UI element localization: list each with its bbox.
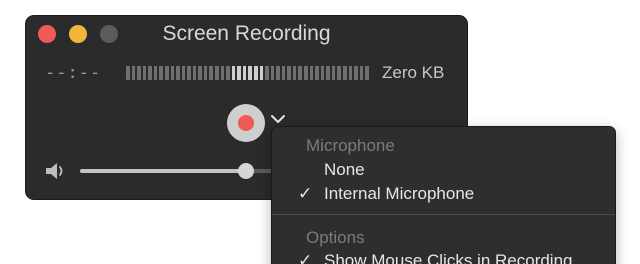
checkmark-icon: ✓ (298, 184, 313, 203)
audio-level-meter (126, 66, 369, 80)
meter-segment (365, 66, 369, 80)
menu-item-label: None (324, 160, 365, 179)
meter-segment (354, 66, 358, 80)
meter-segment (309, 66, 314, 80)
meter-segment (209, 66, 213, 80)
meter-segment (242, 66, 247, 80)
meter-segment (276, 66, 280, 80)
menu-item-label: Internal Microphone (324, 184, 475, 203)
menu-section-options: Options (306, 228, 365, 247)
meter-segment (315, 66, 319, 80)
record-icon (238, 115, 254, 131)
meter-segment (331, 66, 336, 80)
meter-segment (281, 66, 286, 80)
meter-segment (220, 66, 225, 80)
volume-slider-fill (80, 169, 246, 173)
menu-item-microphone-none[interactable]: None (272, 158, 615, 182)
meter-segment (265, 66, 269, 80)
menu-item-label: Show Mouse Clicks in Recording (324, 251, 573, 264)
meter-segment (359, 66, 364, 80)
menu-section-microphone: Microphone (306, 136, 395, 155)
meter-segment (298, 66, 302, 80)
meter-segment (170, 66, 175, 80)
meter-segment (259, 66, 264, 80)
volume-slider-knob[interactable] (238, 163, 254, 179)
menu-item-show-mouse-clicks[interactable]: ✓ Show Mouse Clicks in Recording (272, 249, 615, 264)
recording-options-menu: Microphone None ✓ Internal Microphone Op… (272, 127, 615, 264)
checkmark-icon: ✓ (298, 251, 313, 264)
meter-segment (292, 66, 297, 80)
meter-segment (164, 66, 169, 80)
meter-segment (198, 66, 202, 80)
meter-segment (203, 66, 208, 80)
meter-segment (187, 66, 191, 80)
meter-segment (176, 66, 180, 80)
menu-item-internal-microphone[interactable]: ✓ Internal Microphone (272, 182, 615, 206)
meter-segment (226, 66, 230, 80)
speaker-icon (46, 163, 63, 179)
meter-segment (148, 66, 152, 80)
meter-segment (237, 66, 241, 80)
meter-segment (215, 66, 219, 80)
record-button[interactable] (227, 104, 265, 142)
meter-segment (304, 66, 308, 80)
meter-segment (231, 66, 236, 80)
meter-segment (270, 66, 275, 80)
meter-segment (248, 66, 252, 80)
meter-segment (137, 66, 141, 80)
meter-segment (253, 66, 258, 80)
chevron-down-icon[interactable] (270, 113, 286, 125)
meter-segment (142, 66, 147, 80)
window-title: Screen Recording (162, 22, 331, 45)
meter-segment (326, 66, 330, 80)
file-size-label: Zero KB (382, 63, 445, 82)
meter-segment (181, 66, 186, 80)
meter-segment (287, 66, 291, 80)
elapsed-time: --:-- (45, 63, 102, 83)
menu-separator (272, 214, 615, 215)
meter-segment (153, 66, 158, 80)
desktop-background: Screen Recording --:-- Zero KB Microphon… (0, 0, 640, 264)
meter-segment (348, 66, 353, 80)
meter-segment (192, 66, 197, 80)
meter-segment (126, 66, 130, 80)
meter-segment (131, 66, 136, 80)
meter-segment (159, 66, 163, 80)
meter-segment (337, 66, 341, 80)
meter-segment (342, 66, 347, 80)
meter-segment (320, 66, 325, 80)
